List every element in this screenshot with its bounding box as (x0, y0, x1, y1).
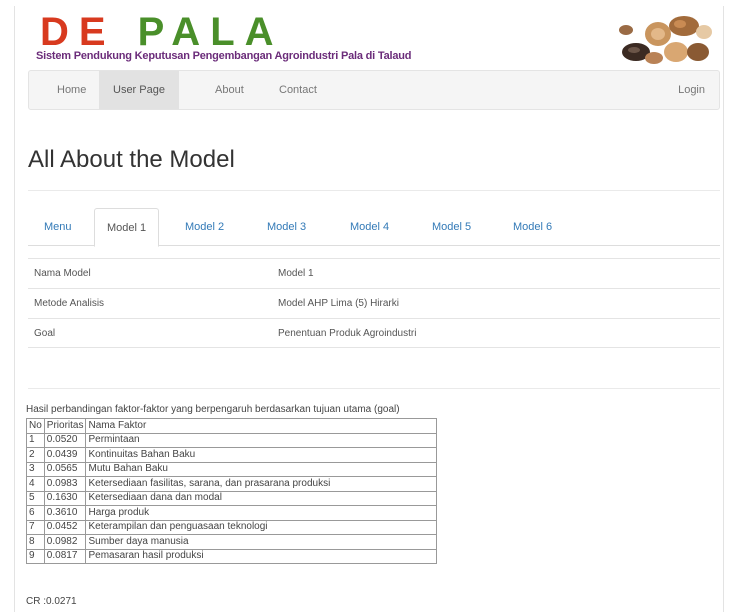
table-row: 3 0.0565 Mutu Bahan Baku (26, 461, 438, 477)
cell-prioritas: 0.3610 (43, 505, 87, 521)
cell-no: 8 (26, 534, 45, 550)
cell-nama: Permintaan (85, 432, 438, 448)
nav-about[interactable]: About (201, 71, 258, 109)
info-key: Nama Model (34, 268, 91, 279)
cell-nama: Kontinuitas Bahan Baku (85, 447, 438, 463)
column-header-prioritas: Prioritas (43, 418, 87, 434)
cell-nama: Sumber daya manusia (85, 534, 438, 550)
nav-home[interactable]: Home (43, 71, 100, 109)
info-key: Metode Analisis (34, 298, 105, 309)
cell-prioritas: 0.0983 (43, 476, 87, 492)
cell-prioritas: 0.1630 (43, 490, 87, 506)
table-header-row: No Prioritas Nama Faktor (26, 418, 438, 434)
table-row: 5 0.1630 Ketersediaan dana dan modal (26, 490, 438, 506)
tab-model-6[interactable]: Model 6 (501, 208, 564, 246)
table-row: 7 0.0452 Keterampilan dan penguasaan tekno… (26, 519, 438, 535)
main-navbar: Home User Page About Contact Login (28, 70, 720, 110)
cell-nama: Ketersediaan dana dan modal (85, 490, 438, 506)
nav-login[interactable]: Login (678, 71, 705, 109)
nav-user-page[interactable]: User Page (99, 71, 179, 109)
info-value: Penentuan Produk Agroindustri (278, 328, 417, 339)
tab-model-2[interactable]: Model 2 (173, 208, 236, 246)
model-info-table: Nama Model Model 1 Metode Analisis Model… (28, 258, 720, 348)
cell-no: 9 (26, 548, 45, 564)
cell-nama: Ketersediaan fasilitas, sarana, dan pras… (85, 476, 438, 492)
section-divider (28, 388, 720, 389)
cell-no: 7 (26, 519, 45, 535)
table-row: 9 0.0817 Pemasaran hasil produksi (26, 548, 438, 564)
model-tabs: Menu Model 1 Model 2 Model 3 Model 4 Mod… (28, 208, 720, 247)
factors-table: No Prioritas Nama Faktor 1 0.0520 Perminta… (26, 418, 438, 564)
info-value: Model 1 (278, 268, 314, 279)
cell-nama: Keterampilan dan penguasaan teknologi (85, 519, 438, 535)
brand-letter: A (244, 10, 284, 54)
cell-prioritas: 0.0982 (43, 534, 87, 550)
cell-prioritas: 0.0452 (43, 519, 87, 535)
cell-no: 1 (26, 432, 45, 448)
info-key: Goal (34, 328, 56, 339)
brand-letter: E (78, 10, 116, 54)
nav-contact[interactable]: Contact (265, 71, 331, 109)
table-row: 4 0.0983 Ketersediaan fasilitas, sarana, d… (26, 476, 438, 492)
info-value: Model AHP Lima (5) Hirarki (278, 298, 399, 309)
cell-nama: Harga produk (85, 505, 438, 521)
table-row: 2 0.0439 Kontinuitas Bahan Baku (26, 447, 438, 463)
tab-menu[interactable]: Menu (32, 208, 84, 246)
cell-prioritas: 0.0439 (43, 447, 87, 463)
table-row: 6 0.3610 Harga produk (26, 505, 438, 521)
cell-nama: Mutu Bahan Baku (85, 461, 438, 477)
cell-no: 3 (26, 461, 45, 477)
table-row: Goal Penentuan Produk Agroindustri (28, 318, 720, 348)
page-title: All About the Model (28, 146, 235, 173)
column-header-no: No (26, 418, 45, 434)
cell-no: 5 (26, 490, 45, 506)
title-divider (28, 190, 720, 191)
site-subtitle: Sistem Pendukung Keputusan Pengembangan … (36, 50, 412, 62)
cell-no: 4 (26, 476, 45, 492)
brand-letter: D (40, 10, 79, 54)
tab-model-1[interactable]: Model 1 (94, 208, 160, 247)
tab-model-4[interactable]: Model 4 (338, 208, 401, 246)
site-logo[interactable]: DE PALA (40, 12, 284, 52)
tab-model-5[interactable]: Model 5 (420, 208, 483, 246)
cell-no: 2 (26, 447, 45, 463)
column-header-nama: Nama Faktor (85, 418, 438, 434)
cell-prioritas: 0.0520 (43, 432, 87, 448)
factors-caption: Hasil perbandingan faktor-faktor yang be… (26, 404, 400, 415)
brand-letter: L (210, 10, 245, 54)
nutmeg-seeds-image (619, 16, 712, 64)
brand-letter: P (137, 10, 172, 54)
cell-prioritas: 0.0817 (43, 548, 87, 564)
table-row: Metode Analisis Model AHP Lima (5) Hirar… (28, 288, 720, 318)
table-row: 1 0.0520 Permintaan (26, 432, 438, 448)
cell-prioritas: 0.0565 (43, 461, 87, 477)
tab-model-3[interactable]: Model 3 (255, 208, 318, 246)
consistency-ratio: CR :0.0271 (26, 596, 77, 607)
site-banner: DE PALA Sistem Pendukung Keputusan Pengem… (24, 10, 720, 72)
table-row: 8 0.0982 Sumber daya manusia (26, 534, 438, 550)
table-row: Nama Model Model 1 (28, 258, 720, 288)
brand-letter: A (171, 10, 211, 54)
cell-nama: Pemasaran hasil produksi (85, 548, 438, 564)
cell-no: 6 (26, 505, 45, 521)
